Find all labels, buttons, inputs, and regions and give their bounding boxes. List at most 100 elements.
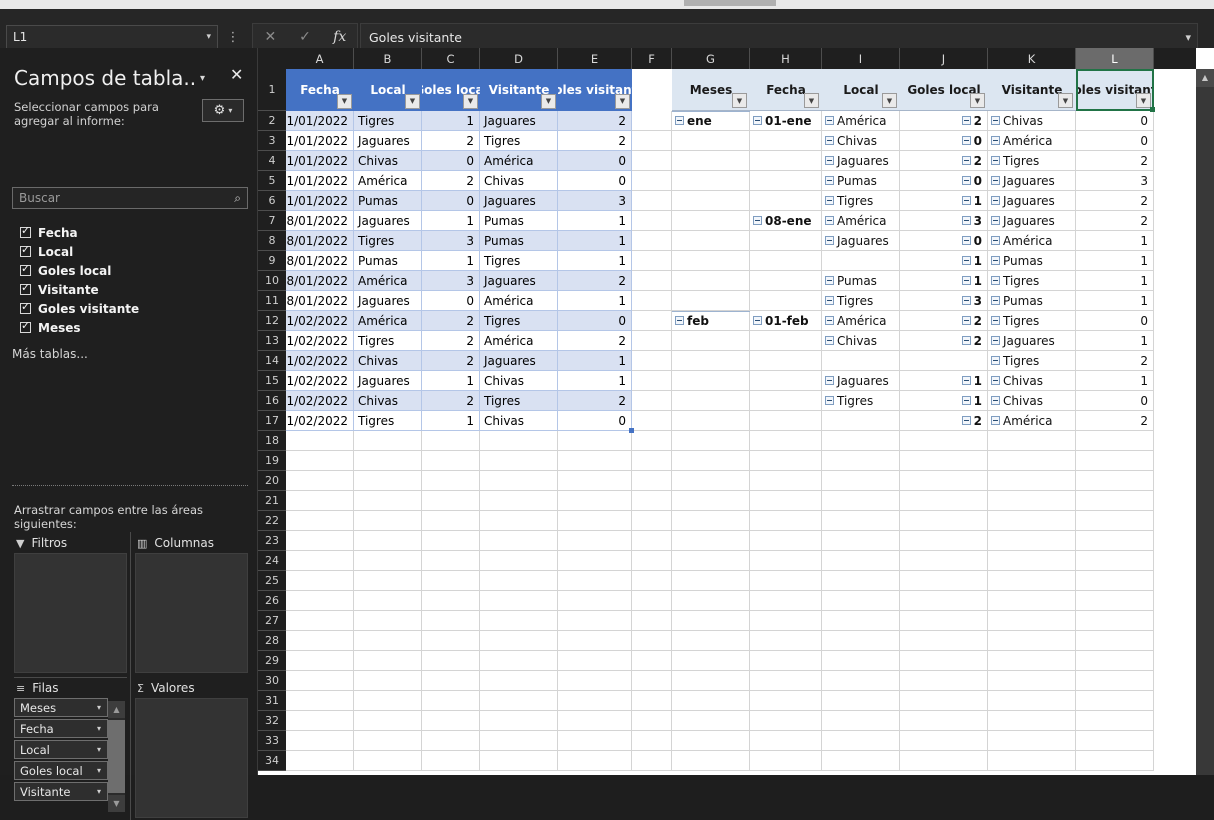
- cell-G26[interactable]: [672, 591, 750, 611]
- cell-H20[interactable]: [750, 471, 822, 491]
- chevron-down-icon[interactable]: ▾: [97, 766, 101, 775]
- filter-dropdown-icon[interactable]: ▼: [1136, 93, 1151, 108]
- cell-C29[interactable]: [422, 651, 480, 671]
- cell-H6[interactable]: [750, 191, 822, 211]
- cell-G34[interactable]: [672, 751, 750, 771]
- cell-D5[interactable]: Chivas: [480, 171, 558, 191]
- cell-B10[interactable]: América: [354, 271, 422, 291]
- cell-H21[interactable]: [750, 491, 822, 511]
- cell-E8[interactable]: 1: [558, 231, 632, 251]
- cell-G20[interactable]: [672, 471, 750, 491]
- cell-G8[interactable]: [672, 231, 750, 251]
- pane-settings-button[interactable]: ⚙ ▾: [202, 99, 244, 122]
- cell-C11[interactable]: 0: [422, 291, 480, 311]
- formula-input[interactable]: Goles visitante ▾: [360, 23, 1198, 51]
- row-header-16[interactable]: 16: [258, 391, 286, 411]
- cell-F33[interactable]: [632, 731, 672, 751]
- cell-G17[interactable]: [672, 411, 750, 431]
- cell-F31[interactable]: [632, 691, 672, 711]
- cell-B17[interactable]: Tigres: [354, 411, 422, 431]
- cell-C3[interactable]: 2: [422, 131, 480, 151]
- cell-H30[interactable]: [750, 671, 822, 691]
- cell-D15[interactable]: Chivas: [480, 371, 558, 391]
- cell-B13[interactable]: Tigres: [354, 331, 422, 351]
- collapse-icon[interactable]: [961, 316, 971, 325]
- collapse-icon[interactable]: [961, 196, 971, 205]
- collapse-icon[interactable]: [961, 376, 971, 385]
- field-item-goles-visitante[interactable]: Goles visitante: [12, 299, 248, 318]
- source-header-E[interactable]: Goles visitante▼: [558, 69, 632, 111]
- cell-L31[interactable]: [1076, 691, 1154, 711]
- cell-D17[interactable]: Chivas: [480, 411, 558, 431]
- cell-L2[interactable]: 0: [1076, 111, 1154, 131]
- cell-J16[interactable]: 1: [900, 391, 988, 411]
- cell-F28[interactable]: [632, 631, 672, 651]
- collapse-icon[interactable]: [825, 396, 834, 405]
- cell-I28[interactable]: [822, 631, 900, 651]
- cell-K9[interactable]: Pumas: [988, 251, 1076, 271]
- collapse-icon[interactable]: [961, 216, 971, 225]
- cell-J34[interactable]: [900, 751, 988, 771]
- cancel-icon[interactable]: ✕: [253, 29, 288, 45]
- cell-E16[interactable]: 2: [558, 391, 632, 411]
- collapse-icon[interactable]: [961, 256, 971, 265]
- cell-G5[interactable]: [672, 171, 750, 191]
- cell-J11[interactable]: 3: [900, 291, 988, 311]
- cell-E23[interactable]: [558, 531, 632, 551]
- row-header-7[interactable]: 7: [258, 211, 286, 231]
- cell-J18[interactable]: [900, 431, 988, 451]
- cell-L25[interactable]: [1076, 571, 1154, 591]
- cell-C21[interactable]: [422, 491, 480, 511]
- cell-G18[interactable]: [672, 431, 750, 451]
- cell-I19[interactable]: [822, 451, 900, 471]
- source-header-B[interactable]: Local ▼: [354, 69, 422, 111]
- row-header-11[interactable]: 11: [258, 291, 286, 311]
- cell-J9[interactable]: 1: [900, 251, 988, 271]
- cell-C23[interactable]: [422, 531, 480, 551]
- row-header-33[interactable]: 33: [258, 731, 286, 751]
- cell-K24[interactable]: [988, 551, 1076, 571]
- collapse-icon[interactable]: [961, 396, 971, 405]
- cell-J3[interactable]: 0: [900, 131, 988, 151]
- cell-G9[interactable]: [672, 251, 750, 271]
- cell-I2[interactable]: América: [822, 111, 900, 131]
- cell-D16[interactable]: Tigres: [480, 391, 558, 411]
- cell-H17[interactable]: [750, 411, 822, 431]
- cell-D9[interactable]: Tigres: [480, 251, 558, 271]
- cell-J13[interactable]: 2: [900, 331, 988, 351]
- cell-H26[interactable]: [750, 591, 822, 611]
- cell-D29[interactable]: [480, 651, 558, 671]
- collapse-icon[interactable]: [991, 416, 1000, 425]
- cell-A10[interactable]: 08/01/2022: [286, 271, 354, 291]
- cell-I29[interactable]: [822, 651, 900, 671]
- cell-I20[interactable]: [822, 471, 900, 491]
- cell-C5[interactable]: 2: [422, 171, 480, 191]
- cell-E13[interactable]: 2: [558, 331, 632, 351]
- chevron-down-icon[interactable]: ▾: [97, 724, 101, 733]
- cell-G3[interactable]: [672, 131, 750, 151]
- cell-F27[interactable]: [632, 611, 672, 631]
- cell-D21[interactable]: [480, 491, 558, 511]
- cell-H23[interactable]: [750, 531, 822, 551]
- cell-D34[interactable]: [480, 751, 558, 771]
- cell-G7[interactable]: [672, 211, 750, 231]
- cell-E21[interactable]: [558, 491, 632, 511]
- cell-K11[interactable]: Pumas: [988, 291, 1076, 311]
- cell-A31[interactable]: [286, 691, 354, 711]
- column-header-F[interactable]: F: [632, 48, 672, 69]
- cell-C17[interactable]: 1: [422, 411, 480, 431]
- pivot-header-H[interactable]: Fecha ▼: [750, 69, 822, 111]
- cell-K21[interactable]: [988, 491, 1076, 511]
- cell-E17[interactable]: 0: [558, 411, 632, 431]
- collapse-icon[interactable]: [991, 216, 1000, 225]
- cell-E9[interactable]: 1: [558, 251, 632, 271]
- cell-A34[interactable]: [286, 751, 354, 771]
- scroll-thumb[interactable]: [108, 720, 125, 793]
- row-header-3[interactable]: 3: [258, 131, 286, 151]
- cell-L24[interactable]: [1076, 551, 1154, 571]
- cell-G24[interactable]: [672, 551, 750, 571]
- cell-D11[interactable]: América: [480, 291, 558, 311]
- collapse-icon[interactable]: [753, 116, 762, 125]
- cell-H9[interactable]: [750, 251, 822, 271]
- cell-A30[interactable]: [286, 671, 354, 691]
